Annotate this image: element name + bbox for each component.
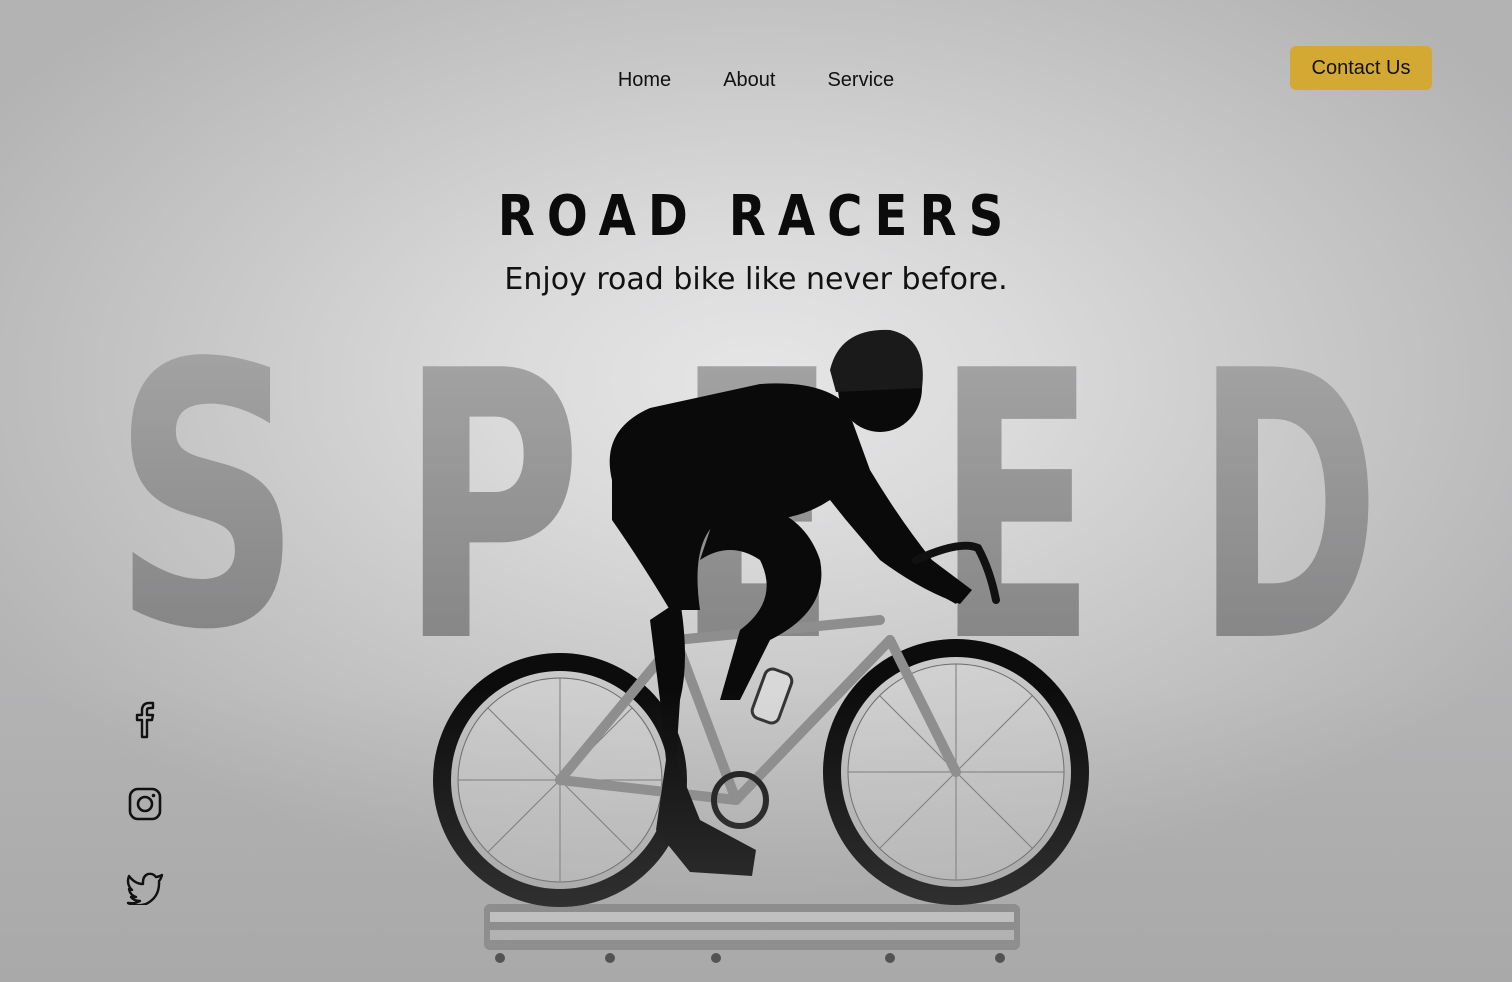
hero-subtitle: Enjoy road bike like never before. bbox=[504, 262, 1008, 297]
instagram-icon bbox=[128, 787, 162, 821]
facebook-link[interactable] bbox=[124, 699, 166, 741]
twitter-link[interactable] bbox=[124, 867, 166, 909]
hero-title: ROAD RACERS bbox=[497, 184, 1016, 249]
speed-background-word: S P E E D bbox=[112, 288, 1380, 963]
contact-us-button[interactable]: Contact Us bbox=[1290, 46, 1432, 90]
nav-home-link[interactable]: Home bbox=[592, 66, 697, 94]
facebook-icon bbox=[135, 701, 155, 739]
twitter-icon bbox=[126, 872, 164, 905]
speed-letter: S bbox=[112, 288, 302, 710]
nav-service-link[interactable]: Service bbox=[801, 66, 920, 94]
main-nav: Home About Service bbox=[0, 66, 1512, 94]
instagram-link[interactable] bbox=[124, 783, 166, 825]
landing-page: S P E E D bbox=[0, 0, 1512, 982]
nav-about-link[interactable]: About bbox=[697, 66, 801, 94]
speed-letter: D bbox=[1196, 294, 1380, 724]
